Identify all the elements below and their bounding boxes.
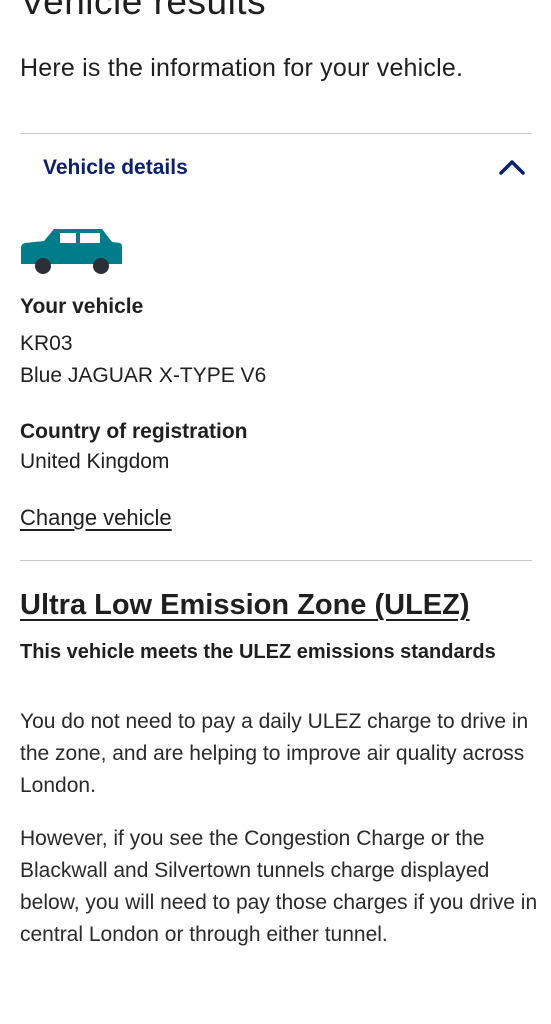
car-icon bbox=[21, 229, 122, 274]
chevron-up-icon bbox=[499, 160, 525, 175]
ulez-heading-link[interactable]: Ultra Low Emission Zone (ULEZ) bbox=[20, 586, 470, 624]
page-intro: Here is the information for your vehicle… bbox=[20, 54, 464, 82]
change-vehicle-link[interactable]: Change vehicle bbox=[20, 504, 172, 532]
charges-info-paragraph: However, if you see the Congestion Charg… bbox=[20, 827, 538, 946]
ulez-info-paragraph: You do not need to pay a daily ULEZ char… bbox=[20, 710, 529, 797]
divider bbox=[20, 560, 532, 561]
country-of-registration-value: United Kingdom bbox=[20, 450, 170, 473]
ulez-status-message: This vehicle meets the ULEZ emissions st… bbox=[20, 641, 496, 663]
your-vehicle-label: Your vehicle bbox=[20, 295, 144, 318]
page-title: Vehicle results bbox=[20, 0, 267, 22]
accordion-title: Vehicle details bbox=[43, 156, 188, 179]
vehicle-details-accordion-toggle[interactable]: Vehicle details bbox=[20, 134, 532, 202]
country-of-registration-label: Country of registration bbox=[20, 420, 248, 443]
vehicle-results-page: Vehicle results Here is the information … bbox=[0, 0, 551, 1024]
vehicle-description: Blue JAGUAR X-TYPE V6 bbox=[20, 364, 267, 387]
vehicle-registration: KR03 bbox=[20, 332, 73, 355]
